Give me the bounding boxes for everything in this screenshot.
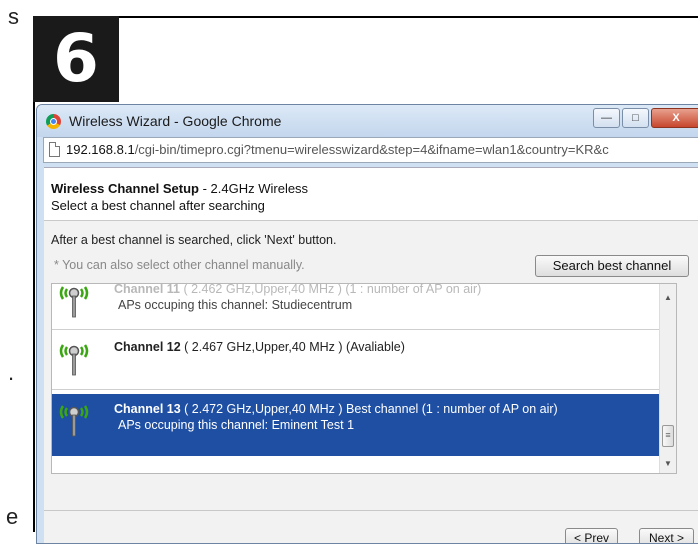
page-frame-top (33, 16, 698, 18)
browser-window: Wireless Wizard - Google Chrome — □ X 19… (36, 104, 698, 544)
scroll-up-arrow-icon[interactable]: ▲ (660, 290, 676, 306)
page-content: Wireless Channel Setup - 2.4GHz Wireless… (44, 167, 698, 543)
prev-button[interactable]: < Prev (565, 528, 618, 543)
channel-aps: APs occuping this channel: Studiecentrum (118, 298, 353, 312)
channel-title: Channel 11 ( 2.462 GHz,Upper,40 MHz ) (1… (114, 283, 482, 296)
next-button[interactable]: Next > (639, 528, 694, 543)
margin-text-fragment: s (8, 4, 19, 29)
wizard-subtitle: Select a best channel after searching (51, 198, 265, 213)
step-number: 6 (33, 16, 119, 102)
access-point-icon (59, 405, 89, 437)
address-bar[interactable]: 192.168.8.1/cgi-bin/timepro.cgi?tmenu=wi… (43, 137, 698, 163)
manual-selection-note: * You can also select other channel manu… (54, 258, 305, 272)
url-path: /cgi-bin/timepro.cgi?tmenu=wirelesswizar… (134, 142, 609, 157)
scroll-down-arrow-icon[interactable]: ▼ (660, 456, 676, 472)
channel-details: ( 2.472 GHz,Upper,40 MHz ) Best channel … (180, 402, 558, 416)
scroll-thumb[interactable]: ≡ (662, 425, 674, 447)
page-icon (49, 142, 60, 157)
wizard-title: Wireless Channel Setup - 2.4GHz Wireless (51, 181, 308, 196)
wizard-body: After a best channel is searched, click … (44, 221, 698, 543)
access-point-icon (59, 286, 89, 318)
url-text[interactable]: 192.168.8.1/cgi-bin/timepro.cgi?tmenu=wi… (66, 142, 609, 157)
channel-name: Channel 13 (114, 402, 181, 416)
instruction-text: After a best channel is searched, click … (51, 233, 337, 247)
channel-item-13[interactable]: Channel 13 ( 2.472 GHz,Upper,40 MHz ) Be… (52, 394, 659, 456)
search-best-channel-button[interactable]: Search best channel (535, 255, 689, 277)
channel-aps: APs occuping this channel: Eminent Test … (118, 418, 355, 432)
channel-name: Channel 11 (114, 283, 180, 296)
channel-details: ( 2.462 GHz,Upper,40 MHz ) (1 : number o… (180, 283, 482, 296)
list-scrollbar[interactable]: ▲ ≡ ▼ (659, 284, 676, 473)
channel-item-12[interactable]: Channel 12 ( 2.467 GHz,Upper,40 MHz ) (A… (52, 330, 659, 390)
footer-divider (44, 510, 698, 511)
channel-title: Channel 13 ( 2.472 GHz,Upper,40 MHz ) Be… (114, 402, 558, 416)
url-host: 192.168.8.1 (66, 142, 135, 157)
close-button[interactable]: X (651, 108, 698, 128)
channel-item-11[interactable]: Channel 11 ( 2.462 GHz,Upper,40 MHz ) (1… (52, 283, 659, 330)
window-title: Wireless Wizard - Google Chrome (69, 113, 282, 129)
maximize-button[interactable]: □ (622, 108, 649, 128)
chrome-icon (46, 114, 61, 129)
margin-text-fragment: e (6, 504, 19, 529)
channel-list[interactable]: Channel 11 ( 2.462 GHz,Upper,40 MHz ) (1… (51, 283, 677, 474)
channel-name: Channel 12 (114, 340, 181, 354)
wizard-title-band: - 2.4GHz Wireless (198, 181, 309, 196)
channel-details: ( 2.467 GHz,Upper,40 MHz ) (Avaliable) (180, 340, 405, 354)
wizard-header: Wireless Channel Setup - 2.4GHz Wireless… (44, 168, 698, 221)
margin-text-fragment: . (8, 360, 15, 385)
title-bar[interactable]: Wireless Wizard - Google Chrome — □ X (37, 105, 698, 137)
access-point-icon (59, 344, 89, 376)
wizard-title-main: Wireless Channel Setup (51, 181, 199, 196)
channel-title: Channel 12 ( 2.467 GHz,Upper,40 MHz ) (A… (114, 340, 405, 354)
minimize-button[interactable]: — (593, 108, 620, 128)
